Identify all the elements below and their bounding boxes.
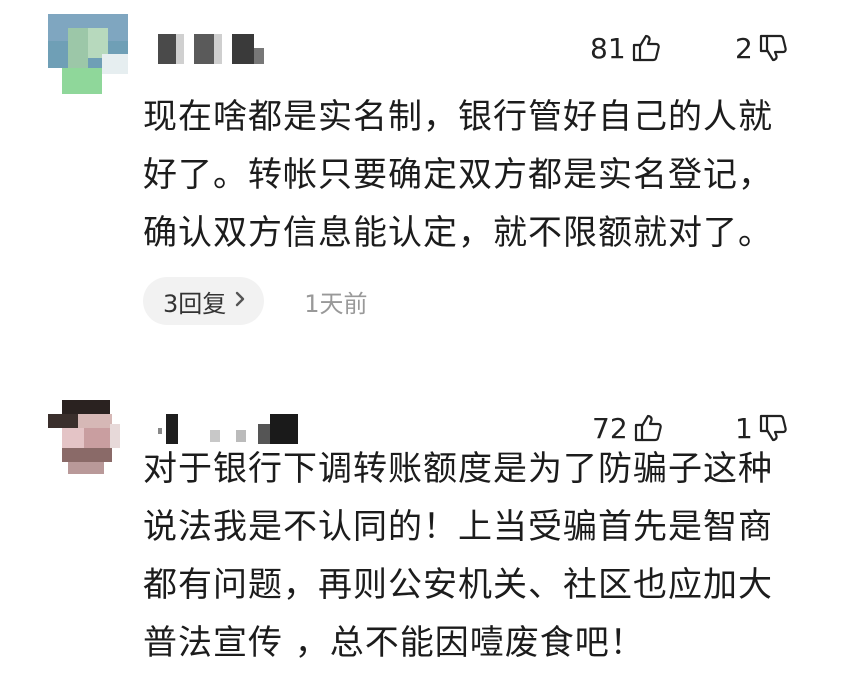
comment-text: 对于银行下调转账额度是为了防骗子这种 说法我是不认同的！上当受骗首先是智商 都有… — [143, 440, 833, 672]
thumb-up-icon — [630, 32, 662, 64]
avatar[interactable] — [48, 394, 128, 474]
chevron-right-icon — [234, 289, 246, 314]
comment-text: 现在啥都是实名制，银行管好自己的人就 好了。转帐只要确定双方都是实名登记， 确认… — [143, 88, 833, 262]
avatar[interactable] — [48, 14, 128, 94]
replies-button[interactable]: 3回复 — [143, 277, 265, 325]
comment-line: 都有问题，再则公安机关、社区也应加大 — [143, 565, 773, 605]
comment-item: 72 1 对于银行下调转账额度是为了防骗子这种 说法我是不认同的！上当受骗首先是… — [0, 380, 864, 688]
comment-line: 确认双方信息能认定，就不限额就对了。 — [143, 213, 773, 253]
comment-line: 好了。转帐只要确定双方都是实名登记， — [143, 155, 773, 195]
comment-line: 对于银行下调转账额度是为了防骗子这种 — [143, 449, 773, 489]
dislike-count: 2 — [735, 31, 753, 65]
comment-line: 现在啥都是实名制，银行管好自己的人就 — [143, 97, 773, 137]
dislike-button[interactable]: 2 — [735, 28, 789, 68]
like-button[interactable]: 81 — [590, 28, 662, 68]
like-count: 81 — [590, 31, 626, 65]
comment-line: 普法宣传 ，总不能因噎废食吧！ — [143, 623, 645, 663]
comment-line: 说法我是不认同的！上当受骗首先是智商 — [143, 507, 773, 547]
comment-footer: 3回复 1天前 — [143, 277, 368, 325]
timestamp: 1天前 — [304, 289, 368, 318]
thumb-down-icon — [757, 32, 789, 64]
replies-label: 3回复 — [163, 289, 227, 318]
comment-item: 81 2 现在啥都是实名制，银行管好自己的人就 好了。转帐只要确定双方都是实名登… — [0, 0, 864, 340]
